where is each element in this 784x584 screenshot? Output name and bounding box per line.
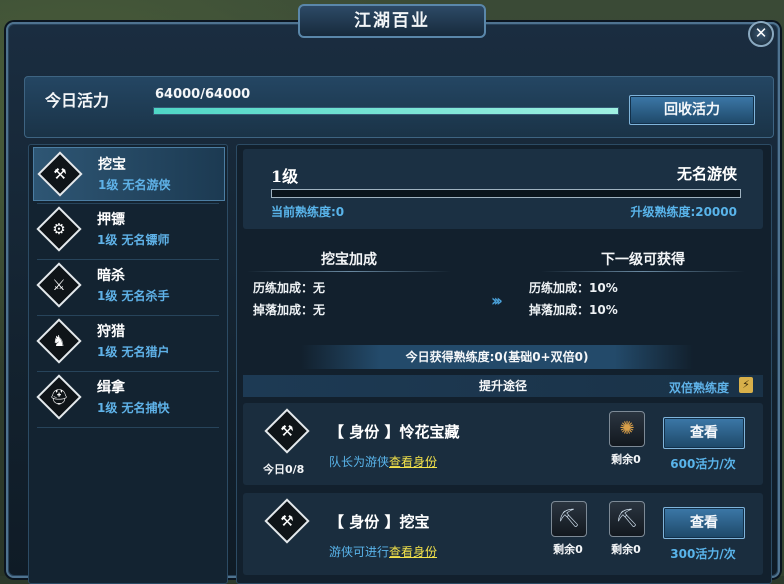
window-title: 江湖百业 (298, 4, 486, 38)
job-detail-panel: 1级 无名游侠 当前熟练度:0 升级熟练度:20000 挖宝加成 历练加成：无 … (236, 144, 772, 584)
shovel-icon: ⚒ (37, 151, 83, 197)
job-level: 1级 无名镖师 (97, 233, 170, 247)
job-item-treasure[interactable]: ⚒ 挖宝 1级 无名游侠 (33, 147, 225, 201)
double-proficiency-label[interactable]: 双倍熟练度 (669, 379, 729, 396)
close-icon[interactable]: ✕ (748, 21, 774, 47)
job-item-escort[interactable]: ⚙ 押镖 1级 无名镖师 (33, 203, 223, 255)
current-level: 1级 (271, 167, 299, 186)
way-title: 【 身份 】怜花宝藏 (329, 423, 460, 441)
way-description: 队长为游侠查看身份 (329, 455, 438, 469)
way-card-lianhua: ⚒ 今日0/8 【 身份 】怜花宝藏 队长为游侠查看身份 ✺ 剩余0 查看 60… (243, 403, 763, 485)
job-name: 挖宝 (98, 157, 126, 173)
divider (247, 271, 451, 272)
job-list: ⚒ 挖宝 1级 无名游侠 ⚙ 押镖 1级 无名镖师 ⚔ 暗杀 1级 无名杀手 ♞… (28, 144, 228, 584)
bonus-exp: 历练加成：无 (253, 281, 326, 295)
arrow-right-icon: ››› (491, 291, 503, 310)
proficiency-bar (271, 189, 741, 198)
bonus-drop: 掉落加成：无 (253, 303, 326, 317)
shovel-item-icon[interactable]: ⛏ (609, 501, 645, 537)
job-name: 暗杀 (97, 268, 125, 284)
job-item-assassin[interactable]: ⚔ 暗杀 1级 无名杀手 (33, 259, 223, 311)
job-level: 1级 无名杀手 (97, 289, 170, 303)
job-level: 1级 无名捕快 (97, 401, 170, 415)
view-button[interactable]: 查看 (663, 507, 745, 539)
shovel-icon: ⚒ (264, 498, 310, 544)
way-card-treasure: ⚒ 【 身份 】挖宝 游侠可进行查看身份 ⛏ 剩余0 ⛏ 剩余0 查看 300活… (243, 493, 763, 575)
recycle-vitality-button[interactable]: 回收活力 (629, 95, 755, 125)
vitality-bar (153, 107, 619, 115)
vitality-bar-fill (154, 108, 618, 114)
today-proficiency: 今日获得熟练度:0(基础0+双倍0) (301, 345, 693, 369)
rank-title: 无名游侠 (676, 165, 737, 183)
item-remaining: 剩余0 (553, 543, 583, 556)
improve-ways-header: 提升途径 双倍熟练度 ⚡ (243, 375, 763, 397)
job-name: 缉拿 (97, 380, 125, 396)
guild-jobs-window: 今日活力 64000/64000 回收活力 ⚒ 挖宝 1级 无名游侠 ⚙ 押镖 … (6, 22, 780, 584)
escort-icon: ⚙ (36, 206, 82, 252)
current-proficiency: 当前熟练度:0 (271, 205, 345, 219)
vitality-value: 64000/64000 (155, 87, 251, 102)
bonus-title: 挖宝加成 (321, 252, 377, 268)
item-remaining: 剩余0 (611, 453, 641, 466)
view-identity-link[interactable]: 查看身份 (389, 545, 437, 559)
job-name: 狩猎 (97, 324, 125, 340)
upgrade-proficiency: 升级熟练度:20000 (630, 205, 737, 219)
shovel-icon: ⚒ (264, 408, 310, 454)
view-identity-link[interactable]: 查看身份 (389, 455, 437, 469)
next-bonus-exp: 历练加成：10% (529, 281, 618, 295)
daily-count: 今日0/8 (263, 463, 305, 476)
job-name: 押镖 (97, 212, 125, 228)
level-box: 1级 无名游侠 当前熟练度:0 升级熟练度:20000 (243, 149, 763, 229)
divider (541, 271, 745, 272)
way-description: 游侠可进行查看身份 (329, 545, 438, 559)
crossed-blades-icon: ⚔ (36, 262, 82, 308)
job-level: 1级 无名猎户 (97, 345, 170, 359)
double-proficiency-icon[interactable]: ⚡ (739, 377, 753, 393)
next-bonus-drop: 掉落加成：10% (529, 303, 618, 317)
job-item-hunter[interactable]: ♞ 狩猎 1级 无名猎户 (33, 315, 223, 367)
job-item-constable[interactable]: ⛑ 缉拿 1级 无名捕快 (33, 371, 223, 423)
way-title: 【 身份 】挖宝 (329, 513, 430, 531)
next-level-title: 下一级可获得 (601, 252, 685, 268)
deer-icon: ♞ (36, 318, 82, 364)
shovel-item-icon[interactable]: ⛏ (551, 501, 587, 537)
vitality-panel: 今日活力 64000/64000 回收活力 (24, 76, 774, 138)
bronze-mirror-icon[interactable]: ✺ (609, 411, 645, 447)
view-button[interactable]: 查看 (663, 417, 745, 449)
divider (37, 427, 219, 428)
vitality-cost: 600活力/次 (670, 457, 736, 471)
vitality-cost: 300活力/次 (670, 547, 736, 561)
vitality-label: 今日活力 (45, 91, 110, 110)
helmet-icon: ⛑ (36, 374, 82, 420)
item-remaining: 剩余0 (611, 543, 641, 556)
job-level: 1级 无名游侠 (98, 178, 171, 192)
